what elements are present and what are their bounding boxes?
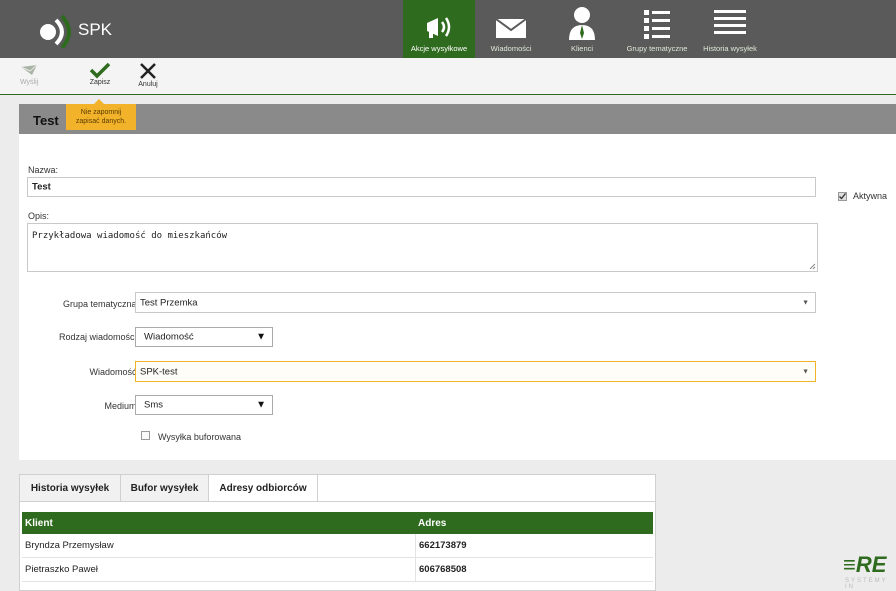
name-label: Nazwa: — [28, 165, 59, 175]
send-icon — [20, 64, 38, 75]
buffered-label: Wysyłka buforowana — [158, 432, 241, 442]
nav-klienci[interactable]: Klienci — [547, 0, 617, 58]
lines-icon — [714, 10, 746, 34]
form-title-bar: Test — [19, 104, 896, 134]
address-cell: 606768508 — [415, 558, 653, 581]
nav-akcje-wysylkowe[interactable]: Akcje wysyłkowe — [403, 0, 475, 58]
message-value: SPK-test — [140, 366, 178, 377]
save-label: Zapisz — [89, 79, 111, 86]
medium-value: Sms — [144, 399, 163, 411]
cancel-label: Anuluj — [138, 81, 158, 88]
nav-label: Historia wysyłek — [703, 44, 757, 53]
app-logo[interactable]: SPK — [36, 12, 112, 48]
tooltip-line: Nie zapomnij — [80, 109, 122, 116]
logo-text: SPK — [78, 20, 113, 39]
type-label: Rodzaj wiadomości: — [58, 332, 139, 342]
tabs-divider — [20, 501, 655, 502]
client-cell: Pietraszko Paweł — [25, 564, 98, 575]
brand-tagline: SYSTEMY IN — [845, 578, 888, 590]
chevron-down-icon: ▼ — [256, 331, 266, 343]
action-toolbar: Wyślij Zapisz Anuluj — [0, 58, 896, 95]
person-icon — [569, 7, 595, 40]
logo-icon — [40, 14, 71, 48]
recipients-table: Klient Adres Bryndza Przemysław 66217387… — [22, 512, 653, 582]
table-row[interactable]: Pietraszko Paweł 606768508 — [22, 558, 653, 582]
description-textarea[interactable]: Przykładowa wiadomość do mieszkańców — [27, 223, 818, 272]
tab-adresy-odbiorcow[interactable]: Adresy odbiorców — [209, 475, 318, 501]
medium-select[interactable]: Sms ▼ — [135, 395, 273, 415]
client-cell: Bryndza Przemysław — [25, 540, 114, 551]
checkmark-icon — [89, 62, 111, 79]
check-icon — [839, 193, 847, 200]
send-label: Wyślij — [20, 79, 39, 86]
main-nav: Akcje wysyłkowe Wiadomości Klienci Grupy… — [403, 0, 763, 58]
top-header: SPK Akcje wysyłkowe Wiadomości Klienci G… — [0, 0, 896, 58]
brand-logo: ≡RE — [843, 552, 887, 577]
buffered-checkbox[interactable] — [141, 431, 150, 440]
chevron-down-icon: ▼ — [802, 299, 809, 306]
table-row[interactable]: Bryndza Przemysław 662173879 — [22, 534, 653, 558]
column-header-address[interactable]: Adres — [415, 512, 653, 534]
save-reminder-tooltip: Nie zapomnij zapisać danych. — [66, 99, 136, 130]
nav-wiadomosci[interactable]: Wiadomości — [475, 0, 547, 58]
name-value: Test — [32, 181, 51, 193]
tab-historia-wysylek[interactable]: Historia wysyłek — [20, 475, 121, 501]
tooltip-line: zapisać danych. — [75, 118, 127, 125]
nav-grupy-tematyczne[interactable]: Grupy tematyczne — [617, 0, 697, 58]
tab-bufor-wysylek[interactable]: Bufor wysyłek — [121, 475, 209, 501]
group-select[interactable]: Test Przemka ▼ — [135, 292, 816, 313]
type-value: Wiadomość — [144, 331, 194, 343]
form-panel: Nazwa: Test Aktywna Opis: Przykładowa wi… — [19, 134, 896, 460]
nav-label: Klienci — [570, 44, 594, 53]
table-header: Klient Adres — [22, 512, 653, 534]
active-label: Aktywna — [853, 191, 888, 201]
message-label: Wiadomość: — [89, 367, 139, 377]
nav-label: Akcje wysyłkowe — [410, 44, 468, 53]
envelope-icon — [495, 18, 527, 38]
message-select[interactable]: SPK-test ▼ — [135, 361, 816, 382]
chevron-down-icon: ▼ — [802, 368, 809, 375]
group-label: Grupa tematyczna: — [62, 299, 139, 309]
column-header-client[interactable]: Klient — [22, 512, 415, 534]
nav-historia-wysylek[interactable]: Historia wysyłek — [697, 0, 763, 58]
active-checkbox[interactable] — [838, 192, 847, 201]
megaphone-icon — [427, 17, 451, 38]
group-value: Test Przemka — [140, 297, 198, 308]
address-cell: 662173879 — [415, 534, 653, 557]
description-label: Opis: — [28, 211, 50, 221]
resize-handle-icon[interactable] — [809, 263, 816, 270]
nav-label: Wiadomości — [490, 44, 532, 53]
cancel-button[interactable]: Anuluj — [138, 61, 158, 88]
name-input[interactable]: Test — [27, 177, 816, 197]
page-title: Test — [33, 113, 59, 128]
chevron-down-icon: ▼ — [256, 399, 266, 411]
close-icon — [140, 63, 156, 79]
description-value: Przykładowa wiadomość do mieszkańców — [32, 231, 228, 241]
medium-label: Medium: — [104, 401, 139, 411]
nav-label: Grupy tematyczne — [626, 44, 688, 53]
send-button[interactable]: Wyślij — [20, 61, 38, 86]
save-button[interactable]: Zapisz — [89, 61, 111, 86]
list-icon — [644, 10, 670, 39]
type-select[interactable]: Wiadomość ▼ — [135, 327, 273, 347]
